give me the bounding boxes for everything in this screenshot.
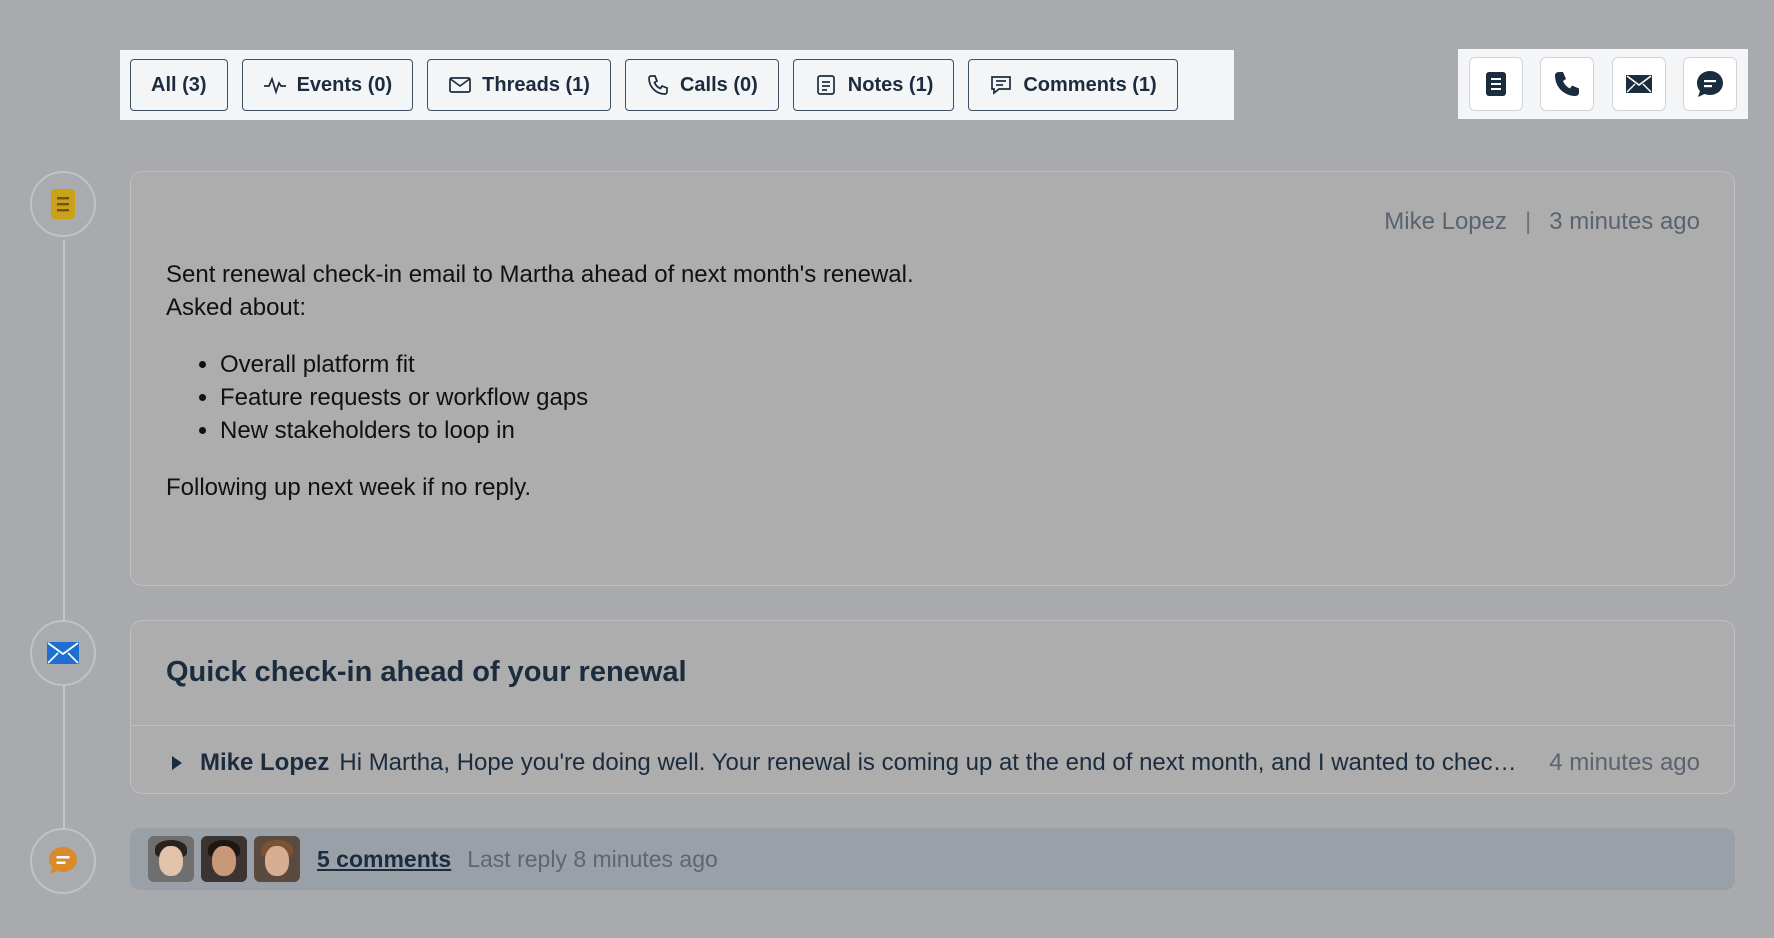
timeline-comment-marker bbox=[30, 828, 96, 894]
comments-count-link[interactable]: 5 comments bbox=[317, 846, 451, 873]
email-icon bbox=[47, 642, 79, 664]
thread-message-row[interactable]: Mike Lopez Hi Martha, Hope you're doing … bbox=[166, 743, 1700, 783]
phone-icon bbox=[648, 75, 668, 95]
send-email-button[interactable] bbox=[1611, 57, 1666, 111]
add-comment-button[interactable] bbox=[1682, 57, 1737, 111]
email-thread-card[interactable]: Quick check-in ahead of your renewal Mik… bbox=[130, 620, 1735, 794]
note-line: Sent renewal check-in email to Martha ah… bbox=[166, 261, 914, 288]
add-note-button[interactable] bbox=[1469, 57, 1523, 111]
timeline-email-marker bbox=[30, 620, 96, 686]
message-snippet: Hi Martha, Hope you're doing well. Your … bbox=[339, 749, 1521, 776]
comment-icon bbox=[49, 847, 77, 874]
timeline-note-marker bbox=[30, 171, 96, 237]
thread-subject[interactable]: Quick check-in ahead of your renewal bbox=[166, 656, 687, 689]
comment-icon bbox=[1696, 71, 1723, 97]
filter-comments-label: Comments (1) bbox=[1023, 73, 1157, 96]
avatar bbox=[148, 836, 194, 882]
expand-caret-icon[interactable] bbox=[172, 756, 182, 770]
note-line: Asked about: bbox=[166, 294, 307, 321]
comments-summary-bar: 5 comments Last reply 8 minutes ago bbox=[130, 828, 1735, 890]
filter-threads-label: Threads (1) bbox=[482, 73, 590, 96]
list-item: Overall platform fit bbox=[220, 348, 914, 381]
filter-events-label: Events (0) bbox=[296, 73, 393, 96]
note-body: Sent renewal check-in email to Martha ah… bbox=[166, 258, 914, 504]
filter-all-button[interactable]: All (3) bbox=[130, 59, 228, 111]
note-bullet-list: Overall platform fit Feature requests or… bbox=[220, 348, 914, 447]
add-note-icon bbox=[1486, 72, 1506, 96]
message-timestamp: 4 minutes ago bbox=[1549, 749, 1700, 776]
log-call-button[interactable] bbox=[1540, 57, 1595, 111]
last-reply-text: Last reply 8 minutes ago bbox=[467, 845, 718, 872]
note-icon bbox=[816, 75, 835, 95]
note-icon bbox=[51, 189, 75, 219]
note-timestamp: 3 minutes ago bbox=[1549, 208, 1700, 235]
filter-calls-label: Calls (0) bbox=[679, 73, 758, 96]
email-icon bbox=[1625, 75, 1652, 93]
activity-filter-bar: All (3) Events (0) Threads (1) Calls (0)… bbox=[120, 50, 1234, 120]
quick-actions-bar bbox=[1458, 49, 1748, 119]
message-author: Mike Lopez bbox=[200, 749, 330, 776]
filter-notes-button[interactable]: Notes (1) bbox=[792, 59, 955, 111]
divider bbox=[131, 725, 1734, 726]
filter-calls-button[interactable]: Calls (0) bbox=[624, 59, 779, 111]
envelope-icon bbox=[449, 77, 472, 93]
filter-comments-button[interactable]: Comments (1) bbox=[968, 59, 1178, 111]
phone-icon bbox=[1555, 72, 1580, 96]
avatar bbox=[201, 836, 247, 882]
timeline-line bbox=[63, 240, 65, 840]
filter-events-button[interactable]: Events (0) bbox=[241, 59, 414, 111]
activity-icon bbox=[263, 76, 286, 95]
avatar bbox=[254, 836, 300, 882]
comment-icon bbox=[991, 76, 1012, 95]
filter-threads-button[interactable]: Threads (1) bbox=[427, 59, 611, 111]
note-meta: Mike Lopez | 3 minutes ago bbox=[1384, 208, 1700, 236]
note-meta-separator: | bbox=[1525, 208, 1532, 235]
note-card[interactable]: Mike Lopez | 3 minutes ago Sent renewal … bbox=[130, 171, 1735, 586]
note-footer-line: Following up next week if no reply. bbox=[166, 474, 532, 501]
list-item: New stakeholders to loop in bbox=[220, 414, 914, 447]
filter-all-label: All (3) bbox=[151, 73, 207, 96]
list-item: Feature requests or workflow gaps bbox=[220, 381, 914, 414]
note-author: Mike Lopez bbox=[1384, 208, 1507, 235]
filter-notes-label: Notes (1) bbox=[847, 73, 934, 96]
